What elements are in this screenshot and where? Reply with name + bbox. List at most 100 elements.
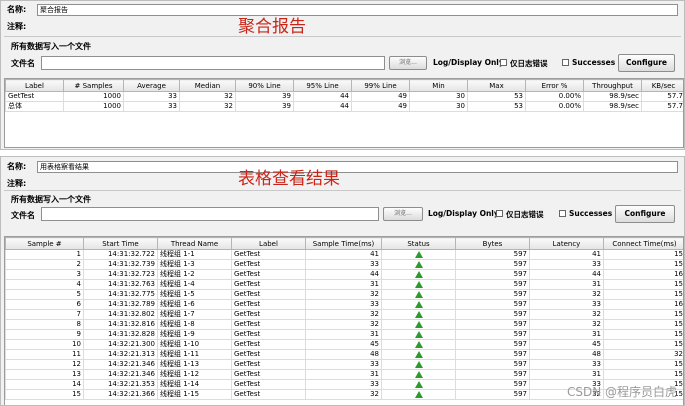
- separator: [4, 36, 681, 37]
- errors-label: 仅日志错误: [506, 210, 544, 219]
- column-header[interactable]: Start Time: [83, 237, 158, 250]
- table-cell: 线程组 1-8: [157, 319, 232, 330]
- success-status-icon: [414, 270, 423, 278]
- success-status-icon: [414, 250, 423, 258]
- column-header[interactable]: Sample Time(ms): [305, 237, 382, 250]
- table-row[interactable]: GetTest 1000 33 32 39 44 49 30 53 0.00% 98.9/sec 57…: [5, 91, 683, 102]
- table-row[interactable]: 1 14:31:32.722 线程组 1-1 GetTest 41 597 41 15: [5, 249, 683, 260]
- successes-checkbox[interactable]: [562, 59, 569, 66]
- table-cell: 13: [5, 369, 84, 380]
- column-header[interactable]: # Samples: [63, 79, 124, 92]
- table-row[interactable]: 4 14:31:32.763 线程组 1-4 GetTest 31 597 31 15: [5, 279, 683, 290]
- table-cell: GetTest: [231, 359, 306, 370]
- table-cell: [381, 279, 456, 290]
- configure-button[interactable]: Configure: [618, 54, 675, 72]
- table-row[interactable]: 9 14:31:32.828 线程组 1-9 GetTest 31 597 31 15: [5, 329, 683, 340]
- table-cell: 53: [467, 91, 526, 102]
- table-cell: 33: [123, 101, 180, 112]
- table-cell: 597: [455, 299, 530, 310]
- table-row[interactable]: 5 14:31:32.775 线程组 1-5 GetTest 32 597 32 15: [5, 289, 683, 300]
- table-cell: [381, 379, 456, 390]
- column-header[interactable]: Connect Time(ms): [603, 237, 683, 250]
- filename-input[interactable]: [41, 207, 379, 221]
- table-cell: GetTest: [231, 379, 306, 390]
- table-cell: 597: [455, 379, 530, 390]
- table-cell: 7: [5, 309, 84, 320]
- table-cell: GetTest: [231, 269, 306, 280]
- table-row[interactable]: 12 14:32:21.346 线程组 1-13 GetTest 33 597 33 15: [5, 359, 683, 370]
- column-header[interactable]: Error %: [525, 79, 584, 92]
- table-row[interactable]: 2 14:31:32.739 线程组 1-3 GetTest 33 597 33 15: [5, 259, 683, 270]
- success-status-icon: [414, 330, 423, 338]
- table-cell: 33: [305, 259, 382, 270]
- column-header[interactable]: Sample #: [5, 237, 84, 250]
- table-cell: 32: [603, 349, 683, 360]
- table-cell: 597: [455, 339, 530, 350]
- name-input[interactable]: 用表格察看结果: [37, 161, 678, 173]
- table-cell: GetTest: [231, 259, 306, 270]
- table-row[interactable]: 6 14:31:32.789 线程组 1-6 GetTest 33 597 33 16: [5, 299, 683, 310]
- column-header[interactable]: Latency: [529, 237, 604, 250]
- table-cell: GetTest: [231, 299, 306, 310]
- table-row[interactable]: 7 14:31:32.802 线程组 1-7 GetTest 32 597 32 15: [5, 309, 683, 320]
- name-input[interactable]: 聚合报告: [37, 4, 678, 16]
- column-header[interactable]: Label: [5, 79, 64, 92]
- table-cell: 32: [305, 309, 382, 320]
- table-row[interactable]: 3 14:31:32.723 线程组 1-2 GetTest 44 597 44 16: [5, 269, 683, 280]
- table-cell: [381, 299, 456, 310]
- table-cell: 15: [603, 329, 683, 340]
- table-row[interactable]: 10 14:32:21.300 线程组 1-10 GetTest 45 597 45 15: [5, 339, 683, 350]
- column-header[interactable]: Min: [409, 79, 468, 92]
- column-header[interactable]: Max: [467, 79, 526, 92]
- errors-checkbox[interactable]: [500, 59, 507, 66]
- column-header[interactable]: Thread Name: [157, 237, 232, 250]
- column-header[interactable]: Label: [231, 237, 306, 250]
- success-status-icon: [414, 350, 423, 358]
- table-cell: 线程组 1-10: [157, 339, 232, 350]
- table-cell: [381, 369, 456, 380]
- filename-input[interactable]: [41, 56, 385, 70]
- table-results-panel: 名称: 用表格察看结果 注释: 表格查看结果 所有数据写入一个文件 文件名 浏览…: [0, 156, 685, 406]
- aggregate-grid: Label # Samples Average Median 90% Line 95% L…: [5, 79, 683, 112]
- column-header[interactable]: 99% Line: [351, 79, 410, 92]
- browse-button[interactable]: 浏览...: [389, 56, 427, 70]
- column-header[interactable]: Median: [179, 79, 236, 92]
- table-cell: 32: [179, 101, 236, 112]
- table-cell: 31: [305, 329, 382, 340]
- table-cell: [381, 309, 456, 320]
- separator: [4, 190, 681, 191]
- table-row[interactable]: 总体 1000 33 32 39 44 49 30 53 0.00% 98.9/sec 57.7: [5, 101, 683, 112]
- browse-button[interactable]: 浏览...: [383, 207, 423, 221]
- table-cell: [381, 269, 456, 280]
- aggregate-body: GetTest 1000 33 32 39 44 49 30 53 0.00% 98.9/sec 57…: [5, 91, 683, 112]
- table-cell: 14:32:21.353: [83, 379, 158, 390]
- column-header[interactable]: Bytes: [455, 237, 530, 250]
- success-status-icon: [414, 390, 423, 398]
- filename-label: 文件名: [11, 211, 35, 220]
- table-cell: 597: [455, 289, 530, 300]
- table-cell: 14: [5, 379, 84, 390]
- configure-button[interactable]: Configure: [615, 205, 675, 223]
- table-row[interactable]: 13 14:32:21.346 线程组 1-12 GetTest 31 597 31 15: [5, 369, 683, 380]
- column-header[interactable]: KB/sec: [641, 79, 683, 92]
- table-cell: 597: [455, 349, 530, 360]
- table-cell: 49: [351, 91, 410, 102]
- table-cell: 15: [603, 259, 683, 270]
- table-cell: 15: [603, 289, 683, 300]
- table-cell: 14:32:21.313: [83, 349, 158, 360]
- errors-checkbox[interactable]: [496, 210, 503, 217]
- column-header[interactable]: Average: [123, 79, 180, 92]
- table-cell: 44: [293, 101, 352, 112]
- table-cell: [381, 389, 456, 400]
- column-header[interactable]: Status: [381, 237, 456, 250]
- column-header[interactable]: 90% Line: [235, 79, 294, 92]
- table-cell: 32: [305, 389, 382, 400]
- table-row[interactable]: 11 14:32:21.313 线程组 1-11 GetTest 48 597 48 32: [5, 349, 683, 360]
- table-cell: 14:31:32.802: [83, 309, 158, 320]
- column-header[interactable]: Throughput: [583, 79, 642, 92]
- write-all-label: 所有数据写入一个文件: [11, 42, 91, 51]
- successes-checkbox[interactable]: [559, 210, 566, 217]
- table-row[interactable]: 8 14:31:32.816 线程组 1-8 GetTest 32 597 32 15: [5, 319, 683, 330]
- table-cell: 线程组 1-13: [157, 359, 232, 370]
- column-header[interactable]: 95% Line: [293, 79, 352, 92]
